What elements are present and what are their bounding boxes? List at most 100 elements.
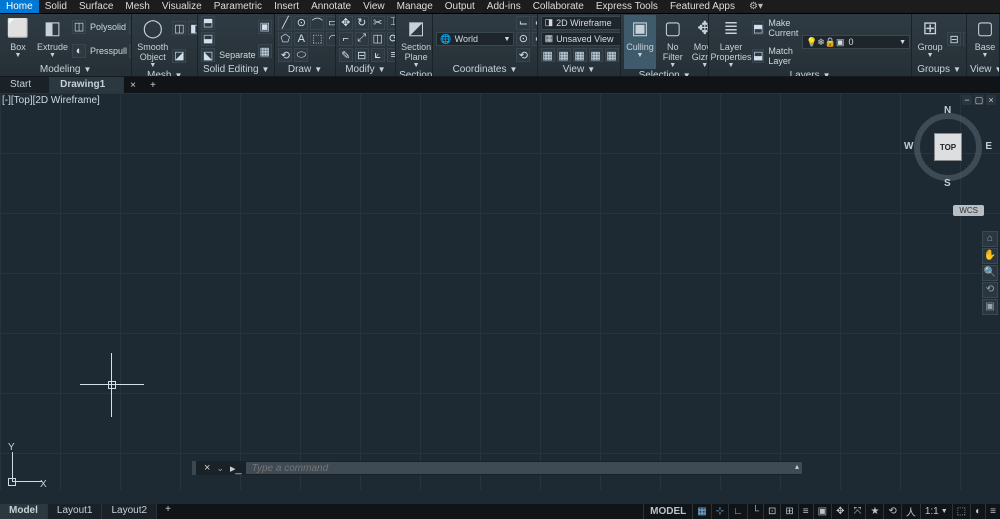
status-toggle-4[interactable]: ⊡ [763,504,780,519]
tool-icon[interactable]: ⟲ [516,48,530,62]
nav-orbit-icon[interactable]: ⟲ [982,282,998,298]
presspull-button[interactable]: ◐Presspull [72,44,127,58]
tool-icon[interactable]: ◫ [172,21,186,35]
saved-view-dropdown[interactable]: ▦Unsaved View▼ [541,32,622,46]
tool-icon[interactable]: ≡ [387,48,396,62]
tool-icon[interactable]: ✂ [371,16,385,30]
view-config-icon[interactable]: ▦ [589,48,603,62]
status-model-label[interactable]: MODEL [643,504,692,519]
panel-title-coordinates[interactable]: Coordinates▼ [436,63,533,76]
menu-express-tools[interactable]: Express Tools [590,0,664,13]
cmdline-drag-handle[interactable] [192,461,196,475]
nav-zoom-icon[interactable]: 🔍 [982,265,998,281]
status-toggle-7[interactable]: ▣ [813,504,831,519]
tool-icon[interactable]: ⊟ [947,32,961,46]
view-cube[interactable]: TOP N E S W [908,107,988,187]
panel-title-layers[interactable]: Layers▼ [712,69,908,76]
nav-showmotion-icon[interactable]: ▣ [982,299,998,315]
file-tab-start[interactable]: Start [0,77,50,93]
cmdline-expand-icon[interactable]: ▴ [792,462,802,474]
tool-icon[interactable]: ⊟ [355,48,369,62]
no-filter-button[interactable]: ▢NoFilter▼ [658,15,688,69]
tool-icon[interactable]: A [294,32,308,46]
menu-visualize[interactable]: Visualize [156,0,208,13]
menu-solid[interactable]: Solid [39,0,73,13]
close-icon[interactable]: × [986,95,996,105]
tool-icon[interactable]: ⊙ [294,16,308,30]
layout-tab-layout1[interactable]: Layout1 [48,504,103,519]
view-config-icon[interactable]: ▦ [557,48,571,62]
culling-button[interactable]: ▣Culling▼ [624,15,656,69]
status-toggle-10[interactable]: ★ [865,504,883,519]
match-layer-button[interactable]: ⬓Match Layer [752,46,800,66]
make-current-button[interactable]: ⬒Make Current [752,18,800,38]
tool-icon[interactable]: ▣ [258,20,272,34]
viewcube-north[interactable]: N [944,105,951,116]
file-tab-new-icon[interactable]: + [142,80,164,91]
view-config-icon[interactable]: ▦ [605,48,619,62]
layout-tab-new-icon[interactable]: + [157,504,179,519]
tool-icon[interactable]: ⟀ [371,48,385,62]
menu-featured-apps[interactable]: Featured Apps [664,0,741,13]
view-config-icon[interactable]: ▦ [541,48,555,62]
file-tab-drawing1[interactable]: Drawing1 [50,77,124,93]
status-toggle-2[interactable]: ∟ [728,504,747,519]
tool-icon[interactable]: ⬠ [278,32,292,46]
section-plane-button[interactable]: ◩SectionPlane▼ [399,15,433,69]
world-dropdown[interactable]: 🌐World▼ [436,32,514,46]
menu-annotate[interactable]: Annotate [305,0,357,13]
tool-icon[interactable]: ⬭ [294,48,308,62]
union-button[interactable]: ⬒ [201,16,256,30]
move-gizmo-button[interactable]: ✥MoveGizmo▼ [690,15,709,69]
status-scale-dropdown[interactable]: 1:1 ▼ [920,504,952,519]
status-toggle-9[interactable]: ⤧ [848,504,865,519]
tool-icon[interactable]: ⤢ [355,32,369,46]
menu-manage[interactable]: Manage [391,0,439,13]
status-toggle-5[interactable]: ⊞ [780,504,797,519]
menu-overflow-icon[interactable]: ⚙▾ [745,0,767,13]
panel-title-groups[interactable]: Groups▼ [915,63,963,76]
menu-output[interactable]: Output [439,0,481,13]
status-toggle-15[interactable]: ≡ [985,504,1000,519]
tool-icon[interactable]: ◠ [326,32,335,46]
wcs-badge[interactable]: WCS [953,205,984,216]
subtract-button[interactable]: ⬓ [201,32,256,46]
group-button[interactable]: ⊞Group▼ [915,15,945,63]
polysolid-button[interactable]: ◫Polysolid [72,20,127,34]
panel-title-selection[interactable]: Selection▼ [624,69,705,76]
view-config-icon[interactable]: ▦ [573,48,587,62]
cmdline-close-icon[interactable]: × [200,462,214,474]
status-toggle-1[interactable]: ⊹ [711,504,728,519]
panel-title-view[interactable]: View▼ [541,63,618,76]
minimize-icon[interactable]: − [962,95,972,105]
layout-tab-layout2[interactable]: Layout2 [102,504,157,519]
status-toggle-13[interactable]: ⬚ [952,504,970,519]
viewcube-east[interactable]: E [985,141,992,152]
menu-collaborate[interactable]: Collaborate [527,0,590,13]
tool-icon[interactable]: ⟳ [387,32,396,46]
tool-icon[interactable]: ◧ [188,21,198,35]
nav-full-icon[interactable]: ⌂ [982,231,998,247]
tool-icon[interactable]: ⌙ [516,16,530,30]
menu-parametric[interactable]: Parametric [208,0,268,13]
cmdline-recent-icon[interactable]: ⌄ [214,463,226,474]
menu-add-ins[interactable]: Add-ins [481,0,527,13]
tool-icon[interactable]: ╱ [278,16,292,30]
command-input[interactable] [246,462,792,474]
maximize-icon[interactable]: ▢ [974,95,984,105]
viewport-label[interactable]: [-][Top][2D Wireframe] [2,95,100,106]
status-toggle-11[interactable]: ⟲ [883,504,900,519]
status-toggle-0[interactable]: ▦ [692,504,710,519]
viewcube-south[interactable]: S [944,178,951,189]
status-toggle-3[interactable]: └ [747,504,763,519]
menu-view[interactable]: View [357,0,391,13]
viewcube-west[interactable]: W [904,141,913,152]
tool-icon[interactable]: ⌶ [387,16,396,30]
menu-home[interactable]: Home [0,0,39,13]
panel-title-draw[interactable]: Draw▼ [278,63,331,76]
extrude-button[interactable]: ◧Extrude▼ [35,15,70,63]
visual-style-dropdown[interactable]: ◨2D Wireframe▼ [541,16,622,30]
tool-icon[interactable]: ▦ [258,44,272,58]
panel-title-solid-editing[interactable]: Solid Editing▼ [201,63,271,76]
tool-icon[interactable]: ⟲ [278,48,292,62]
